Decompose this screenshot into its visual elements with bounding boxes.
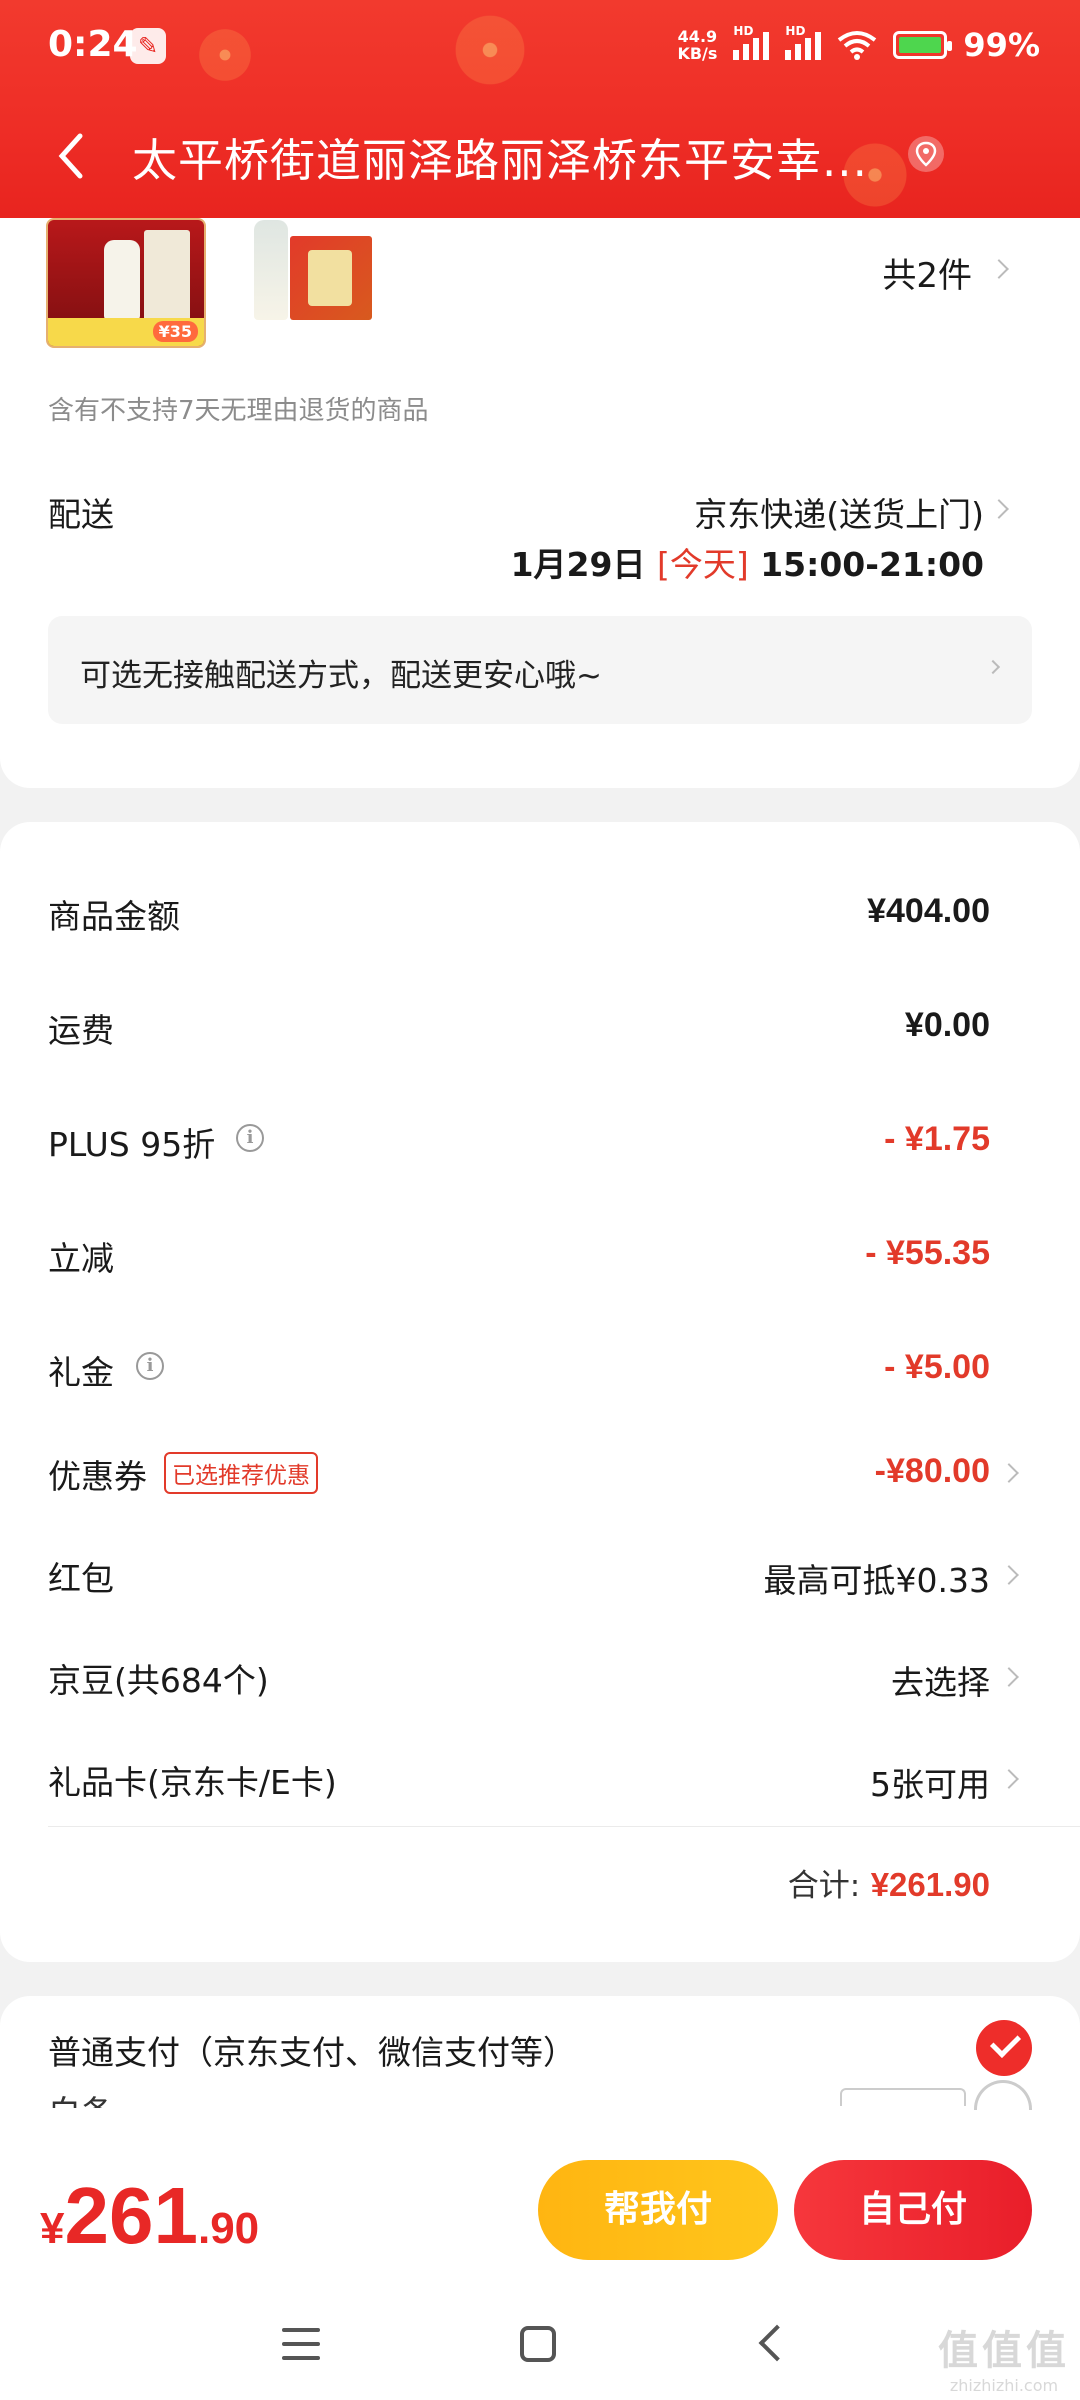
- payment-option-tag: [840, 2088, 966, 2106]
- product-price-tag: ¥35: [152, 321, 198, 342]
- delivery-method[interactable]: 京东快递(送货上门): [694, 488, 984, 536]
- checkout-total-integer: 261: [64, 2171, 198, 2260]
- contactless-delivery-tip[interactable]: 可选无接触配送方式，配送更安心哦~: [48, 616, 1032, 724]
- product-image[interactable]: ¥35: [46, 218, 206, 348]
- battery-icon: [893, 31, 953, 59]
- summary-total-value: ¥261.90: [870, 1866, 990, 1903]
- chevron-right-icon: [989, 259, 1009, 279]
- return-policy-note: 含有不支持7天无理由退货的商品: [48, 396, 429, 426]
- location-pin-icon[interactable]: [906, 134, 946, 174]
- signal-icon: HD: [733, 24, 770, 60]
- menu-icon[interactable]: [282, 2328, 320, 2360]
- summary-label-red-packet[interactable]: 红包: [48, 1552, 114, 1600]
- status-indicators: 44.9 KB/s HD HD 99%: [677, 24, 1040, 64]
- summary-label-gift-money: 礼金: [48, 1353, 114, 1392]
- summary-value-jd-beans[interactable]: 去选择: [891, 1656, 990, 1704]
- order-items-card: ¥35 共2件 含有不支持7天无理由退货的商品 配送 京东快递(送货上门) 1月…: [0, 218, 1080, 788]
- price-summary-card: 商品金额 ¥404.00 运费 ¥0.00 PLUS 95折 i - ¥1.75…: [0, 822, 1080, 1962]
- info-icon[interactable]: i: [136, 1352, 164, 1380]
- delivery-time-range: 15:00-21:00: [760, 545, 984, 584]
- chevron-right-icon: [999, 1565, 1019, 1585]
- summary-total-label: 合计:: [787, 1868, 861, 1904]
- watermark-mark: 值值值: [938, 2328, 1070, 2374]
- summary-total: 合计: ¥261.90: [788, 1860, 990, 1905]
- status-bar: 0:24 ✎ 44.9 KB/s HD HD 99%: [0, 0, 1080, 96]
- chevron-right-icon: [999, 1769, 1019, 1789]
- network-speed: 44.9 KB/s: [677, 27, 718, 63]
- contactless-tip-text: 可选无接触配送方式，配送更安心哦~: [80, 658, 602, 694]
- watermark: 值值值 zhizhizhi.com: [938, 2318, 1070, 2395]
- chevron-right-icon: [999, 1667, 1019, 1687]
- battery-percent: 99%: [963, 26, 1040, 64]
- home-icon[interactable]: [520, 2326, 556, 2362]
- product-image[interactable]: [244, 218, 374, 323]
- status-time: 0:24: [48, 24, 138, 65]
- summary-value-gift-money: - ¥5.00: [884, 1348, 990, 1386]
- header: 0:24 ✎ 44.9 KB/s HD HD 99% 太平桥街道丽泽路丽泽桥东平…: [0, 0, 1080, 218]
- checkmark-icon[interactable]: [976, 2020, 1032, 2076]
- payment-option-baitiao[interactable]: 白条: [48, 2086, 114, 2108]
- summary-label-gift-card[interactable]: 礼品卡(京东卡/E卡): [48, 1756, 337, 1804]
- recommended-coupon-tag: 已选推荐优惠: [164, 1452, 318, 1494]
- item-count-link[interactable]: 共2件: [882, 248, 972, 297]
- summary-value-plus: - ¥1.75: [884, 1120, 990, 1158]
- summary-label-jd-beans[interactable]: 京豆(共684个): [48, 1654, 269, 1702]
- summary-label-goods: 商品金额: [48, 897, 180, 936]
- watermark-url: zhizhizhi.com: [949, 2376, 1059, 2395]
- delivery-today-label: [今天]: [656, 545, 749, 584]
- help-me-pay-button[interactable]: 帮我付: [538, 2160, 778, 2260]
- checkout-currency: ¥: [40, 2204, 65, 2253]
- summary-value-shipping: ¥0.00: [904, 1006, 990, 1044]
- summary-value-instant-discount: - ¥55.35: [865, 1234, 990, 1272]
- radio-button[interactable]: [974, 2080, 1032, 2110]
- signal-icon: HD: [785, 24, 822, 60]
- summary-label-instant-discount: 立减: [48, 1239, 114, 1278]
- summary-label-coupon[interactable]: 优惠券: [48, 1450, 147, 1498]
- chevron-right-icon: [999, 1463, 1019, 1483]
- checkout-total: ¥261.90: [40, 2170, 259, 2262]
- checkout-bar: ¥261.90 帮我付 自己付: [0, 2140, 1080, 2278]
- info-icon[interactable]: i: [236, 1124, 264, 1152]
- address-title[interactable]: 太平桥街道丽泽路丽泽桥东平安幸...: [132, 124, 892, 189]
- system-navigation-bar: 值值值 zhizhizhi.com: [0, 2278, 1080, 2400]
- checkout-total-decimal: .90: [197, 2204, 260, 2253]
- delivery-label: 配送: [48, 495, 114, 534]
- wifi-icon: [838, 31, 877, 60]
- chevron-right-icon: [989, 499, 1009, 519]
- delivery-time[interactable]: 1月29日 [今天] 15:00-21:00: [511, 538, 984, 586]
- divider: [48, 1826, 1080, 1827]
- summary-label-plus: PLUS 95折: [48, 1125, 216, 1164]
- summary-label-shipping: 运费: [48, 1011, 114, 1050]
- summary-value-goods: ¥404.00: [867, 892, 990, 930]
- back-arrow-icon[interactable]: [48, 126, 92, 186]
- chevron-right-icon: [985, 659, 1001, 675]
- summary-value-gift-card[interactable]: 5张可用: [870, 1758, 990, 1806]
- summary-value-red-packet[interactable]: 最高可抵¥0.33: [764, 1554, 990, 1602]
- back-icon[interactable]: [758, 2324, 796, 2362]
- delivery-date: 1月29日: [510, 545, 646, 584]
- wrench-icon: ✎: [130, 28, 166, 64]
- payment-option-normal[interactable]: 普通支付（京东支付、微信支付等）: [48, 2026, 576, 2074]
- pay-myself-button[interactable]: 自己付: [794, 2160, 1032, 2260]
- summary-value-coupon[interactable]: -¥80.00: [875, 1452, 990, 1491]
